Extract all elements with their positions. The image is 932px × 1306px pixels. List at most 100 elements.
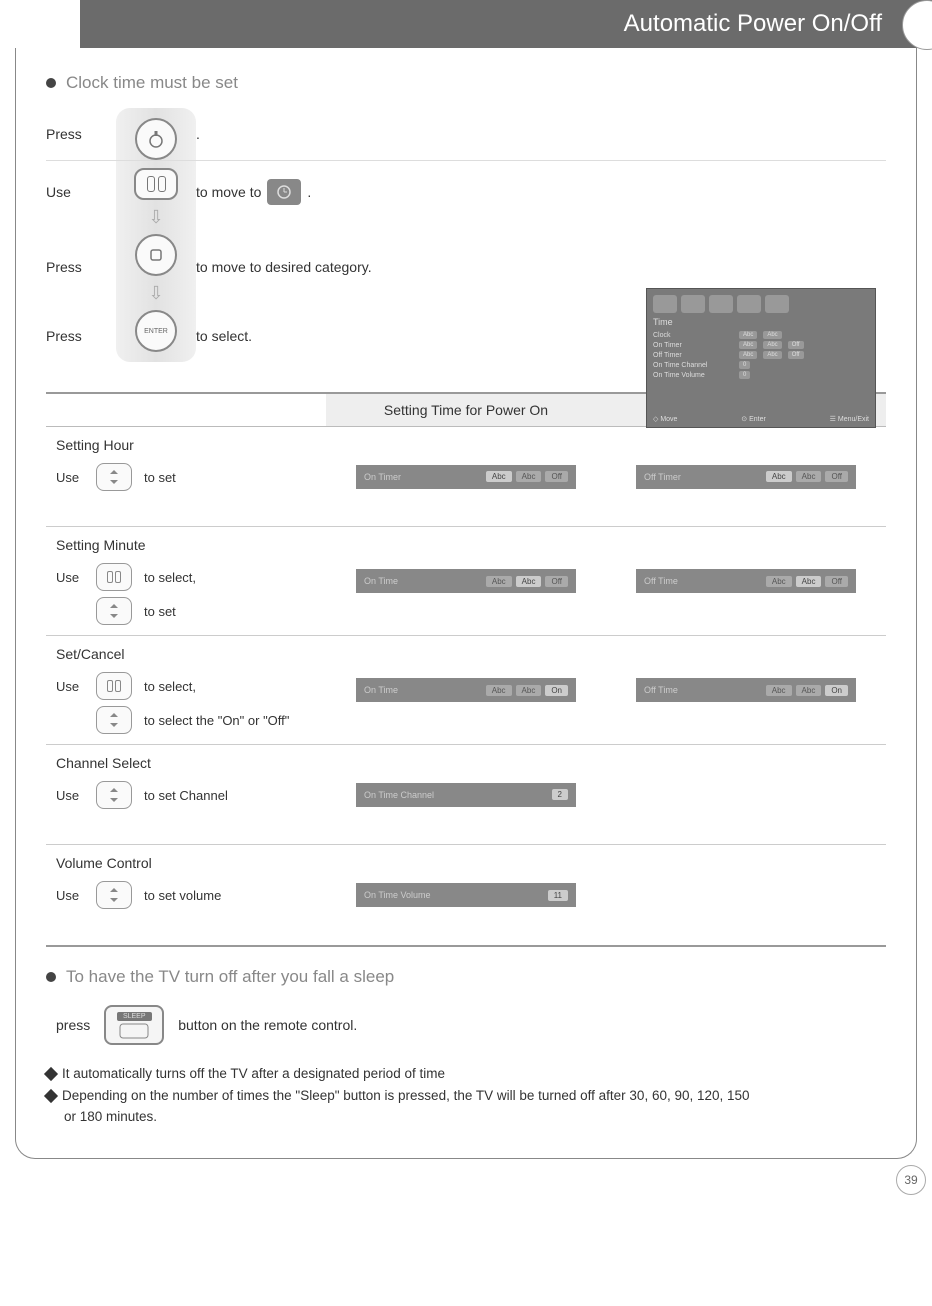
osd-strip-box: Abc xyxy=(486,471,512,482)
osd-strip-box: Abc xyxy=(796,576,822,587)
inst-pre: Use xyxy=(56,570,88,585)
bullet-icon xyxy=(46,78,56,88)
osd-strip-boxes: AbcAbcOff xyxy=(766,576,848,587)
step1-label: Press xyxy=(46,108,116,160)
osd-strip-boxes: AbcAbcOff xyxy=(486,471,568,482)
osd-strip-box: 11 xyxy=(548,890,568,901)
table-instruction-cell: Set/CancelUseto select,to select the "On… xyxy=(46,636,326,744)
osd-strip-box: Off xyxy=(545,471,568,482)
osd-tabs xyxy=(653,295,869,313)
inst-post: to set Channel xyxy=(144,788,316,803)
row-title: Volume Control xyxy=(56,855,316,871)
osd-strip-box: Off xyxy=(545,576,568,587)
osd-footer-enter: ⊙ Enter xyxy=(741,415,766,423)
osd-tab-icon xyxy=(765,295,789,313)
sleep-instruction-row: press SLEEP button on the remote control… xyxy=(56,1005,886,1045)
diamond-icon xyxy=(44,1067,58,1081)
osd-strip-label: On Time Volume xyxy=(364,890,431,900)
sleep-press-post: button on the remote control. xyxy=(178,1017,357,1033)
osd-strip-boxes: 11 xyxy=(548,890,568,901)
sleep-button-icon: SLEEP xyxy=(104,1005,164,1045)
osd-strip-label: On Time xyxy=(364,576,398,586)
table-row: Volume Control Useto set volume On Time Vo… xyxy=(46,845,886,945)
section2-heading-text: To have the TV turn off after you fall a… xyxy=(66,967,394,987)
osd-footer-move: ◇ Move xyxy=(653,415,677,423)
nav-lr-icon xyxy=(96,563,132,591)
osd-row: On Time Volume0 xyxy=(653,371,869,379)
osd-strip-boxes: AbcAbcOff xyxy=(766,471,848,482)
osd-title: Time xyxy=(653,317,869,327)
inst-post: to set volume xyxy=(144,888,316,903)
osd-tab-icon xyxy=(653,295,677,313)
step4-label: Press xyxy=(46,310,116,362)
table-off-cell: Off TimerAbcAbcOff xyxy=(606,427,886,526)
osd-row-label: Off Timer xyxy=(653,352,733,359)
note-2-cont: or 180 minutes. xyxy=(46,1106,886,1128)
nav-lr-icon xyxy=(96,672,132,700)
osd-row: On TimerAbcAbcOff xyxy=(653,341,869,349)
osd-strip-box: Abc xyxy=(516,471,542,482)
clock-icon xyxy=(267,179,301,205)
page-header: Automatic Power On/Off xyxy=(80,0,932,48)
osd-value-box: Abc xyxy=(739,331,757,339)
osd-strip-box: Abc xyxy=(766,685,792,696)
osd-strip: On TimeAbcAbcOff xyxy=(356,569,576,593)
remote-icon-strip: ⇩ ⇩ ENTER xyxy=(116,108,196,362)
instruction-grid: Useto set Channel xyxy=(56,781,316,809)
osd-value-box: Off xyxy=(788,341,804,349)
header-notch-circle xyxy=(902,0,932,50)
osd-value-box: Abc xyxy=(763,341,781,349)
osd-strip-label: On Time Channel xyxy=(364,790,434,800)
table-instruction-cell: Volume Control Useto set volume xyxy=(46,845,326,945)
osd-row-label: On Time Channel xyxy=(653,362,733,369)
osd-value-box: Abc xyxy=(763,331,781,339)
osd-strip-box: Abc xyxy=(486,576,512,587)
osd-strip-box: Off xyxy=(825,576,848,587)
table-on-cell: On TimeAbcAbcOff xyxy=(326,527,606,635)
updown-icon xyxy=(96,781,132,809)
osd-strip-label: Off Time xyxy=(644,576,678,586)
updown-icon xyxy=(96,881,132,909)
table-off-cell: Off Time AbcAbcOff xyxy=(606,527,886,635)
page-number: 39 xyxy=(896,1165,926,1195)
osd-value-box: 0 xyxy=(739,371,750,379)
section1-heading-text: Clock time must be set xyxy=(66,73,238,93)
table-off-cell xyxy=(606,845,886,945)
row-title: Setting Hour xyxy=(56,437,316,453)
table-row: Set/CancelUseto select,to select the "On… xyxy=(46,636,886,745)
table-off-cell: Off TimeAbcAbcOn xyxy=(606,636,886,744)
nav-lr-icon xyxy=(134,168,178,200)
osd-row: On Time Channel0 xyxy=(653,361,869,369)
osd-strip: Off TimerAbcAbcOff xyxy=(636,465,856,489)
step3-action: to move to desired category. xyxy=(196,241,886,293)
osd-strip-box: On xyxy=(545,685,568,696)
osd-strip-box: 2 xyxy=(552,789,568,800)
sleep-notes: It automatically turns off the TV after … xyxy=(46,1063,886,1128)
row-title: Set/Cancel xyxy=(56,646,316,662)
osd-strip: On Time Volume 11 xyxy=(356,883,576,907)
table-on-cell: On Time Volume 11 xyxy=(326,845,606,945)
osd-value-box: Abc xyxy=(739,341,757,349)
osd-footer-exit: ☰ Menu/Exit xyxy=(830,415,869,423)
osd-strip-box: Abc xyxy=(766,471,792,482)
enter-label-icon: ENTER xyxy=(135,310,177,352)
row-title: Setting Minute xyxy=(56,537,316,553)
osd-strip-box: Off xyxy=(825,471,848,482)
osd-strip-boxes: AbcAbcOn xyxy=(766,685,848,696)
osd-strip-label: On Timer xyxy=(364,472,401,482)
table-on-cell: On Time Channel 2 xyxy=(326,745,606,844)
section-clock-heading: Clock time must be set xyxy=(46,73,886,93)
step1-action: . xyxy=(196,108,886,160)
osd-strip-boxes: AbcAbcOff xyxy=(486,576,568,587)
bullet-icon xyxy=(46,972,56,982)
page-title: Automatic Power On/Off xyxy=(624,10,882,37)
instruction-grid: Useto set volume xyxy=(56,881,316,909)
diamond-icon xyxy=(44,1089,58,1103)
updown-icon xyxy=(96,463,132,491)
osd-row-label: Clock xyxy=(653,332,733,339)
inst-post: to select the "On" or "Off" xyxy=(144,713,316,728)
step2-action: to move to . xyxy=(196,161,886,223)
table-instruction-cell: Channel SelectUseto set Channel xyxy=(46,745,326,844)
instruction-grid: Useto set xyxy=(56,463,316,491)
table-header-empty xyxy=(46,394,326,426)
